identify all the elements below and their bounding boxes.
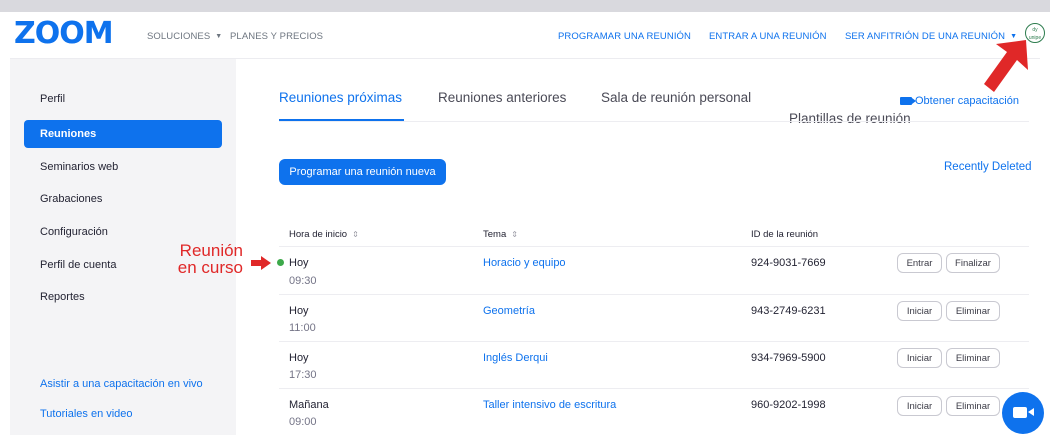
table-divider [279,388,1029,389]
schedule-new-meeting-button[interactable]: Programar una reunión nueva [279,159,446,185]
row-3-time: 17:30 [289,369,317,381]
tab-sala-personal[interactable]: Sala de reunión personal [601,90,751,105]
zoom-logo[interactable]: ZOOM [14,16,114,51]
nav-soluciones[interactable]: SOLUCIONES ▼ [147,31,222,42]
row-1-day: Hoy [289,257,309,269]
row-4-id: 960-9202-1998 [751,399,826,411]
sidebar-item-reportes[interactable]: Reportes [24,283,222,311]
nav-planes[interactable]: PLANES Y PRECIOS [230,31,323,42]
window-frame [0,0,1050,12]
sidebar-item-grabaciones[interactable]: Grabaciones [24,185,222,213]
delete-button[interactable]: Eliminar [946,396,1000,416]
row-1-id: 924-9031-7669 [751,257,826,269]
active-tab-indicator [279,119,404,121]
row-4-topic[interactable]: Taller intensivo de escritura [483,399,616,411]
live-status-dot [277,259,284,266]
start-button[interactable]: Iniciar [897,301,942,321]
video-camera-icon [1013,407,1034,418]
top-bar: ZOOM SOLUCIONES ▼ PLANES Y PRECIOS PROGRA… [0,0,1050,59]
chevron-down-icon: ▼ [215,33,223,40]
join-button[interactable]: Entrar [897,253,942,273]
row-2-time: 11:00 [289,322,316,334]
start-button[interactable]: Iniciar [897,396,942,416]
recently-deleted-link[interactable]: Recently Deleted [944,161,1032,173]
tabs-divider [279,121,1029,122]
start-button[interactable]: Iniciar [897,348,942,368]
row-4-day: Mañana [289,399,329,411]
annotation-line-1: Reunión [179,241,243,260]
annotation-live-meeting: Reunión en curso [163,242,243,276]
tab-reuniones-proximas[interactable]: Reuniones próximas [279,90,402,105]
red-arrow-icon [984,40,1028,92]
sort-icon: ⇕ [352,230,359,239]
row-1-time: 09:30 [289,275,317,287]
sidebar-link-tutoriales[interactable]: Tutoriales en video [24,400,222,428]
tab-plantillas[interactable]: Plantillas de reunión [789,111,911,126]
row-2-id: 943-2749-6231 [751,305,826,317]
red-arrow-right-icon [251,256,271,270]
training-link-label: Obtener capacitación [915,95,1019,107]
row-2-topic[interactable]: Geometría [483,305,535,317]
row-1-topic[interactable]: Horacio y equipo [483,257,566,269]
tab-reuniones-anteriores[interactable]: Reuniones anteriores [438,90,566,105]
table-divider [279,294,1029,295]
sidebar-item-seminarios[interactable]: Seminarios web [24,153,222,181]
sort-icon: ⇕ [511,230,518,239]
end-button[interactable]: Finalizar [946,253,1000,273]
sidebar-item-perfil[interactable]: Perfil [24,85,222,113]
training-link[interactable]: Obtener capacitación [900,95,1019,107]
row-3-id: 934-7969-5900 [751,352,826,364]
floating-video-button[interactable] [1002,392,1044,434]
column-header-label: Hora de inicio [289,229,348,240]
video-camera-icon [900,97,916,105]
sidebar-item-reuniones[interactable]: Reuniones [24,120,222,148]
column-header-meeting-id: ID de la reunión [751,229,819,240]
column-header-start-time[interactable]: Hora de inicio ⇕ [289,229,359,240]
row-2-day: Hoy [289,305,309,317]
nav-anfitrion-label: SER ANFITRIÓN DE UNA REUNIÓN [845,31,1006,42]
delete-button[interactable]: Eliminar [946,301,1000,321]
nav-entrar[interactable]: ENTRAR A UNA REUNIÓN [709,31,827,42]
row-4-time: 09:00 [289,416,317,428]
chevron-down-icon: ▼ [1010,33,1018,40]
delete-button[interactable]: Eliminar [946,348,1000,368]
column-header-topic[interactable]: Tema ⇕ [483,229,518,240]
nav-programar[interactable]: PROGRAMAR UNA REUNIÓN [558,31,691,42]
column-header-label: Tema [483,229,507,240]
nav-soluciones-label: SOLUCIONES [147,31,211,42]
annotation-line-2: en curso [177,258,243,277]
row-3-day: Hoy [289,352,309,364]
row-3-topic[interactable]: Inglés Derqui [483,352,548,364]
sidebar-link-capacitacion[interactable]: Asistir a una capacitación en vivo [24,370,222,398]
table-divider [279,341,1029,342]
table-divider [279,246,1029,247]
